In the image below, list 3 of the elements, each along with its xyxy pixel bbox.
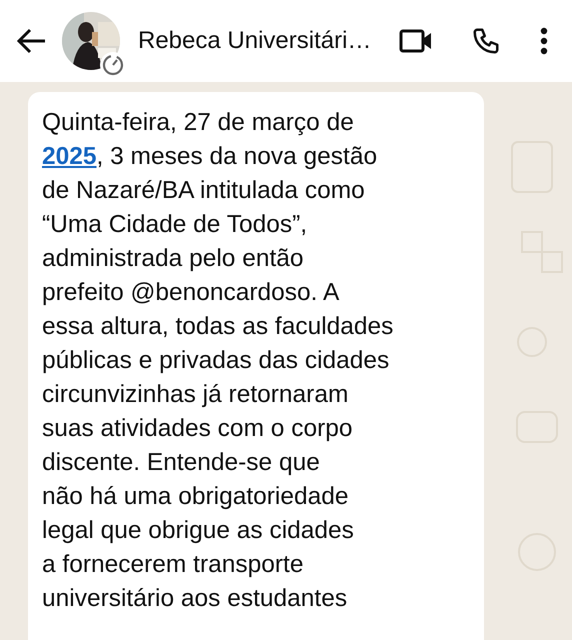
message-text: Quinta-feira, 27 de março de 2025, 3 meses da nova gestão de Nazaré/BA intitulada como “Uma Cidade de Todos”, administrada pelo então prefeito @benoncardoso. A essa altura, todas as faculdades públicas e privadas das cidades circunvizinhas já retornaram suas atividades com o corpo discente. Entende-se que não há uma obrigatoriedade legal que obrigue as cidades a fornecerem transporte universitário aos estudantes <box>42 108 394 614</box>
contact-name[interactable]: Rebeca Universitári… <box>138 27 386 55</box>
date-link[interactable]: 2025 <box>42 143 97 170</box>
